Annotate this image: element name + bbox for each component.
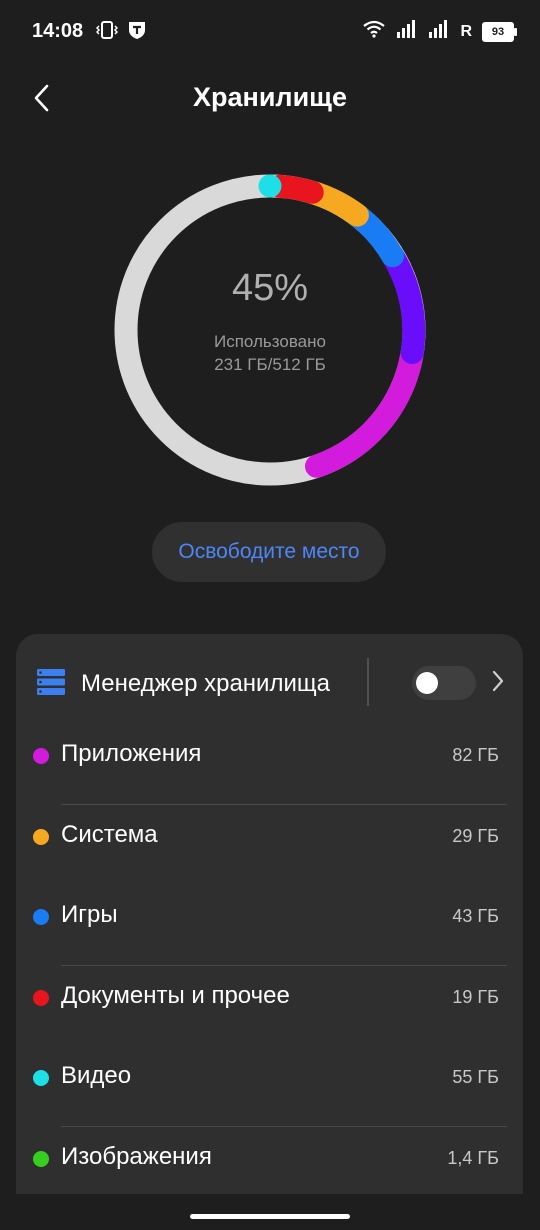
category-size: 19 ГБ bbox=[452, 986, 499, 1007]
storage-manager-icon bbox=[36, 668, 66, 701]
shield-notification-icon bbox=[128, 20, 146, 45]
category-label: Игры bbox=[61, 901, 118, 928]
page-title: Хранилище bbox=[193, 82, 347, 112]
home-indicator[interactable] bbox=[190, 1214, 350, 1219]
category-label: Изображения bbox=[61, 1142, 212, 1170]
category-dot bbox=[33, 1070, 49, 1086]
signal-icon-2 bbox=[428, 20, 450, 43]
wifi-icon bbox=[362, 20, 386, 43]
free-space-button[interactable]: Освободите место bbox=[152, 522, 386, 582]
category-size: 55 ГБ bbox=[452, 1067, 499, 1087]
used-label: Использовано bbox=[214, 331, 326, 351]
category-dot bbox=[33, 748, 49, 764]
status-icons-right: R 93 bbox=[362, 20, 517, 43]
category-dot bbox=[33, 828, 49, 845]
category-dot bbox=[33, 1150, 49, 1167]
category-item-documents[interactable]: Документы и прочее 19 ГБ bbox=[16, 966, 523, 1047]
category-size: 82 ГБ bbox=[452, 745, 499, 765]
category-label: Документы и прочее bbox=[61, 981, 290, 1009]
category-item-images[interactable]: Изображения 1,4 ГБ bbox=[16, 1127, 523, 1195]
battery-icon: 93 bbox=[482, 21, 517, 42]
status-bar: 14:08 R 93 bbox=[0, 0, 540, 64]
category-label: Видео bbox=[61, 1062, 132, 1089]
used-amount: 231 ГБ/512 ГБ bbox=[214, 354, 326, 374]
signal-icon bbox=[396, 20, 418, 43]
storage-percent: 45% bbox=[231, 266, 309, 309]
storage-manager-label: Менеджер хранилища bbox=[81, 670, 330, 697]
status-icons-left bbox=[95, 20, 146, 45]
toggle-knob bbox=[416, 672, 438, 694]
chevron-right-icon[interactable] bbox=[490, 668, 506, 699]
storage-manager-row[interactable]: Менеджер хранилища bbox=[16, 654, 523, 712]
category-item-applications[interactable]: Приложения 82 ГБ bbox=[16, 724, 523, 805]
category-item-games[interactable]: Игры 43 ГБ bbox=[16, 885, 523, 966]
storage-manager-toggle[interactable] bbox=[412, 666, 476, 700]
storage-donut: 45% Использовано 231 ГБ/512 ГБ bbox=[110, 170, 430, 490]
category-size: 43 ГБ bbox=[452, 906, 499, 926]
category-size: 1,4 ГБ bbox=[447, 1147, 499, 1168]
donut-center: 45% Использовано 231 ГБ/512 ГБ bbox=[110, 170, 430, 490]
battery-level: 93 bbox=[491, 25, 505, 38]
roaming-label: R bbox=[460, 22, 472, 40]
category-size: 29 ГБ bbox=[452, 825, 499, 846]
header: Хранилище bbox=[0, 70, 540, 130]
category-label: Система bbox=[61, 820, 158, 848]
category-item-video[interactable]: Видео 55 ГБ bbox=[16, 1046, 523, 1127]
category-label: Приложения bbox=[61, 740, 202, 767]
vibrate-icon bbox=[95, 20, 119, 45]
category-dot bbox=[33, 989, 49, 1006]
category-list: Приложения 82 ГБ Система 29 ГБ Игры 43 Г… bbox=[16, 724, 523, 1194]
status-time: 14:08 bbox=[32, 20, 84, 42]
category-item-system[interactable]: Система 29 ГБ bbox=[16, 805, 523, 886]
category-dot bbox=[33, 909, 49, 925]
vertical-divider bbox=[367, 658, 369, 706]
storage-panel: Менеджер хранилища Приложения 82 ГБ Сист… bbox=[16, 634, 523, 1194]
